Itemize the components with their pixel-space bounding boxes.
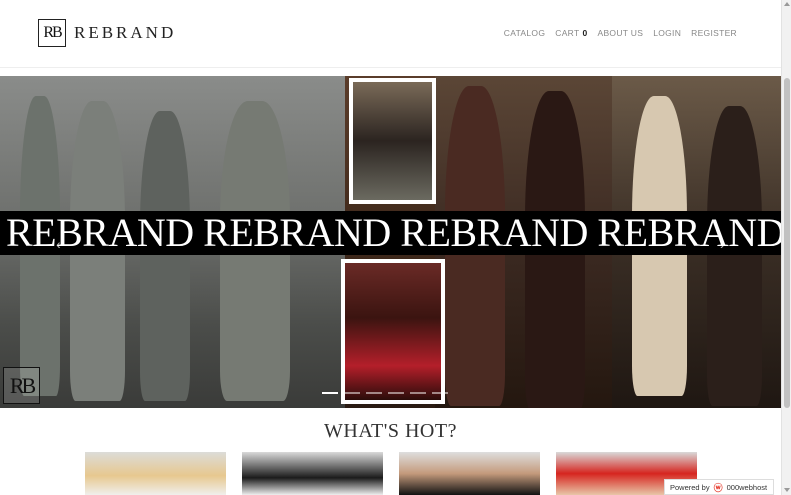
hero-carousel[interactable]: REBRAND REBRAND REBRAND REBRAND ‹ › RB [0, 76, 781, 408]
carousel-dot[interactable] [432, 392, 448, 394]
nav-cart-label: CART [555, 28, 580, 38]
section-title: WHAT'S HOT? [324, 420, 457, 442]
product-card[interactable] [399, 452, 540, 495]
product-grid [85, 452, 697, 495]
carousel-dot[interactable] [366, 392, 382, 394]
nav-register[interactable]: REGISTER [691, 28, 737, 38]
hero-logo-mark: RB [3, 367, 40, 404]
hero-inset-photo-top [349, 78, 436, 204]
carousel-indicators [322, 392, 448, 394]
site-logo[interactable]: RB REBRAND [38, 19, 176, 47]
site-header: RB REBRAND CATALOG CART 0 ABOUT US LOGIN … [0, 0, 781, 68]
powered-by-badge[interactable]: Powered by ⓦ 000webhost [664, 479, 774, 495]
chevron-left-icon[interactable]: ‹ [56, 236, 61, 252]
powered-by-label: Powered by [670, 482, 710, 492]
carousel-dot[interactable] [322, 392, 338, 394]
webhost-logo-icon: ⓦ [713, 482, 723, 493]
scroll-up-arrow-icon[interactable] [784, 2, 790, 6]
carousel-dot[interactable] [410, 392, 426, 394]
nav-catalog[interactable]: CATALOG [504, 28, 545, 38]
chevron-right-icon[interactable]: › [720, 236, 725, 252]
carousel-dot[interactable] [388, 392, 404, 394]
carousel-dot[interactable] [344, 392, 360, 394]
product-card[interactable] [242, 452, 383, 495]
logo-mark: RB [38, 19, 66, 47]
hero-banner-text: REBRAND REBRAND REBRAND REBRAND [0, 211, 781, 255]
nav-cart[interactable]: CART 0 [555, 28, 587, 38]
scroll-down-arrow-icon[interactable] [784, 488, 790, 492]
main-nav: CATALOG CART 0 ABOUT US LOGIN REGISTER [504, 28, 737, 38]
nav-about[interactable]: ABOUT US [597, 28, 643, 38]
scroll-thumb[interactable] [784, 78, 790, 408]
product-card[interactable] [85, 452, 226, 495]
cart-count-badge: 0 [582, 28, 588, 38]
vertical-scrollbar[interactable] [781, 0, 791, 495]
hero-inset-photo-bottom [341, 259, 445, 404]
nav-login[interactable]: LOGIN [653, 28, 681, 38]
logo-text: REBRAND [74, 23, 177, 42]
host-name: 000webhost [726, 482, 768, 492]
